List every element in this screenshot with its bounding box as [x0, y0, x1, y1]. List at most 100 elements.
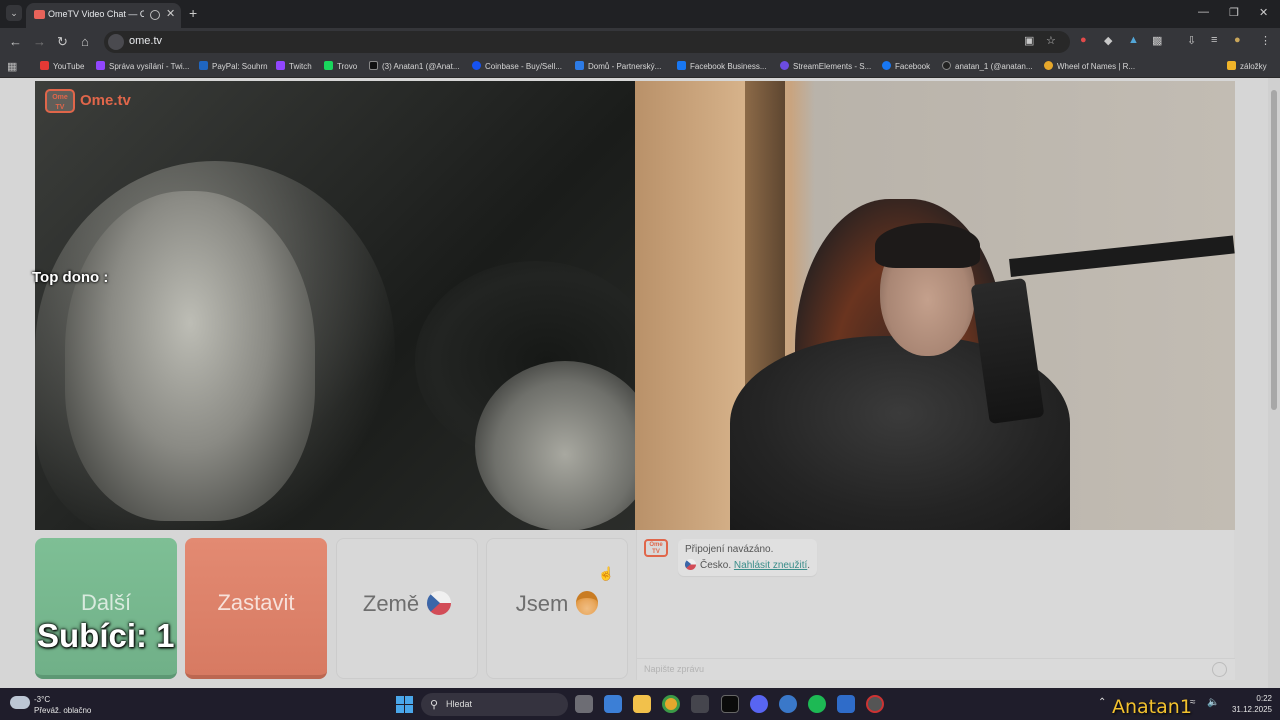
page-scrollbar[interactable]	[1268, 78, 1280, 688]
reading-list-icon[interactable]: ≡	[1211, 34, 1217, 46]
bookmark-label: Facebook Business...	[690, 62, 767, 71]
bookmark-label: Domů - Partnerský...	[588, 62, 662, 71]
cloud-icon	[10, 696, 30, 709]
bookmark-label: PayPal: Souhrn	[212, 62, 268, 71]
bookmark-label: záložky	[1240, 62, 1267, 71]
ometv-logo-icon: Ome TV	[45, 89, 75, 113]
taskbar-search[interactable]: ⚲ Hledat	[421, 693, 568, 716]
file-explorer-icon[interactable]	[633, 695, 651, 713]
tab-title: OmeTV Video Chat — Omegle	[48, 9, 144, 19]
paypal-icon	[199, 61, 208, 70]
extensions-puzzle-icon[interactable]: ▩	[1152, 34, 1162, 47]
streamer-watermark: Anatan1	[1112, 696, 1192, 718]
weather-widget[interactable]: -3°C Převáž. oblačno	[10, 693, 105, 715]
extension-icon-3[interactable]: ▲	[1128, 34, 1139, 46]
profile-avatar[interactable]: ●	[1234, 34, 1241, 46]
browser-menu-icon[interactable]: ⋮	[1260, 34, 1271, 47]
bookmark-coinbase[interactable]: Coinbase - Buy/Sell...	[472, 61, 562, 71]
clock-date: 31.12.2025	[1231, 705, 1272, 714]
app-icon-extra[interactable]	[866, 695, 884, 713]
new-tab-button[interactable]: +	[189, 5, 197, 21]
task-view-icon[interactable]	[575, 695, 593, 713]
gender-select-button[interactable]: Jsem	[486, 538, 628, 679]
weather-description: Převáž. oblačno	[34, 706, 92, 715]
scrollbar-thumb[interactable]	[1271, 90, 1277, 410]
bookmark-twitch[interactable]: Twitch	[276, 61, 312, 71]
bookmark-twitch-dashboard[interactable]: Správa vysílání - Twi...	[96, 61, 189, 71]
address-bar[interactable]: ome.tv	[104, 31, 1070, 53]
chat-panel: Ome TV Připojení navázáno. Česko. Nahlás…	[636, 530, 1235, 680]
install-app-icon[interactable]: ▣	[1024, 34, 1034, 47]
tray-overflow-icon[interactable]: ⌃	[1098, 697, 1106, 708]
bookmark-paypal[interactable]: PayPal: Souhrn	[199, 61, 268, 71]
self-webcam-video	[635, 81, 1235, 530]
bookmark-youtube[interactable]: YouTube	[40, 61, 84, 71]
mouse-cursor-icon: ☝	[598, 566, 615, 581]
browser-tabstrip: ⌄ OmeTV Video Chat — Omegle ✕ + — ❐ ✕	[0, 0, 1280, 28]
browser-tab-active[interactable]: OmeTV Video Chat — Omegle ✕	[26, 3, 181, 28]
coinbase-icon	[472, 61, 481, 70]
bookmark-label: Facebook	[895, 62, 931, 71]
system-message: Připojení navázáno. Česko. Nahlásit zneu…	[678, 539, 818, 576]
capcut-icon[interactable]	[721, 695, 739, 713]
tab-search-button[interactable]: ⌄	[6, 5, 22, 21]
discord-icon[interactable]	[750, 695, 768, 713]
apps-grid-icon[interactable]: ▦	[7, 60, 17, 73]
country-filter-button[interactable]: Země	[336, 538, 478, 679]
stop-button[interactable]: Zastavit	[185, 538, 327, 679]
bookmark-streamelements[interactable]: StreamElements - S...	[780, 61, 871, 71]
spotify-icon[interactable]	[808, 695, 826, 713]
bookmark-facebook[interactable]: Facebook	[882, 61, 930, 71]
bookmark-label: StreamElements - S...	[793, 62, 872, 71]
bookmark-facebook-business[interactable]: Facebook Business...	[677, 61, 766, 71]
bookmark-label: Trovo	[337, 62, 358, 71]
forward-button[interactable]: →	[33, 34, 46, 49]
search-icon: ⚲	[430, 699, 439, 711]
top-donor-overlay: Top dono :	[32, 269, 109, 286]
browser-toolbar: ← → ↻ ⌂ ome.tv ▣ ☆ ● ◆ ▲ ▩ ⇩ ≡ ● ⋮	[0, 28, 1280, 56]
report-abuse-link[interactable]: Nahlásit zneužití	[734, 560, 807, 571]
downloads-icon[interactable]: ⇩	[1187, 34, 1196, 47]
bookmark-threads[interactable]: anatan_1 (@anatan...	[942, 61, 1033, 71]
bookmark-label: Twitch	[289, 62, 312, 71]
extension-icon-1[interactable]: ●	[1080, 34, 1087, 46]
reload-button[interactable]: ↻	[57, 34, 68, 50]
store-icon[interactable]	[604, 695, 622, 713]
bookmark-label: YouTube	[53, 62, 85, 71]
chrome-icon[interactable]	[662, 695, 680, 713]
back-button[interactable]: ←	[9, 34, 22, 49]
close-window-button[interactable]: ✕	[1259, 6, 1268, 19]
minimize-button[interactable]: —	[1198, 6, 1209, 18]
bookmark-trovo[interactable]: Trovo	[324, 61, 357, 71]
next-button[interactable]: Další	[35, 538, 177, 679]
home-button[interactable]: ⌂	[81, 34, 89, 49]
partner-icon	[575, 61, 584, 70]
stop-label: Zastavit	[217, 590, 295, 615]
start-button[interactable]	[396, 696, 413, 713]
message-input[interactable]: Napište zprávu	[637, 658, 1235, 680]
obs-icon[interactable]	[691, 695, 709, 713]
volume-icon[interactable]: 🔈	[1207, 697, 1219, 708]
restore-button[interactable]: ❐	[1229, 6, 1239, 19]
bookmark-wheel-of-names[interactable]: Wheel of Names | R...	[1044, 61, 1135, 71]
stranger-country: Česko.	[700, 560, 732, 571]
connected-message: Připojení navázáno.	[685, 544, 774, 555]
system-clock[interactable]: 0:22 31.12.2025	[1226, 693, 1272, 715]
stranger-video: Ome TV Ome.tv	[35, 81, 635, 530]
bookmark-partner[interactable]: Domů - Partnerský...	[575, 61, 661, 71]
emoji-icon[interactable]	[1212, 662, 1227, 677]
bookmark-star-icon[interactable]: ☆	[1046, 34, 1056, 47]
trovo-icon	[324, 61, 333, 70]
site-info-icon[interactable]	[108, 34, 124, 50]
subscriber-count-overlay: Subíci: 1	[37, 617, 175, 654]
edge-icon[interactable]	[779, 695, 797, 713]
extension-icon-2[interactable]: ◆	[1104, 34, 1112, 47]
all-bookmarks-folder[interactable]: záložky	[1227, 61, 1267, 71]
bookmark-x-anatan1[interactable]: (3) Anatan1 (@Anat...	[369, 61, 460, 71]
streamelements-icon	[780, 61, 789, 70]
country-label: Země	[362, 591, 420, 616]
tab-close-icon[interactable]: ✕	[166, 7, 175, 20]
security-shield-icon[interactable]	[837, 695, 855, 713]
youtube-icon	[40, 61, 49, 70]
ometv-chat-logo-icon: Ome TV	[644, 539, 668, 557]
